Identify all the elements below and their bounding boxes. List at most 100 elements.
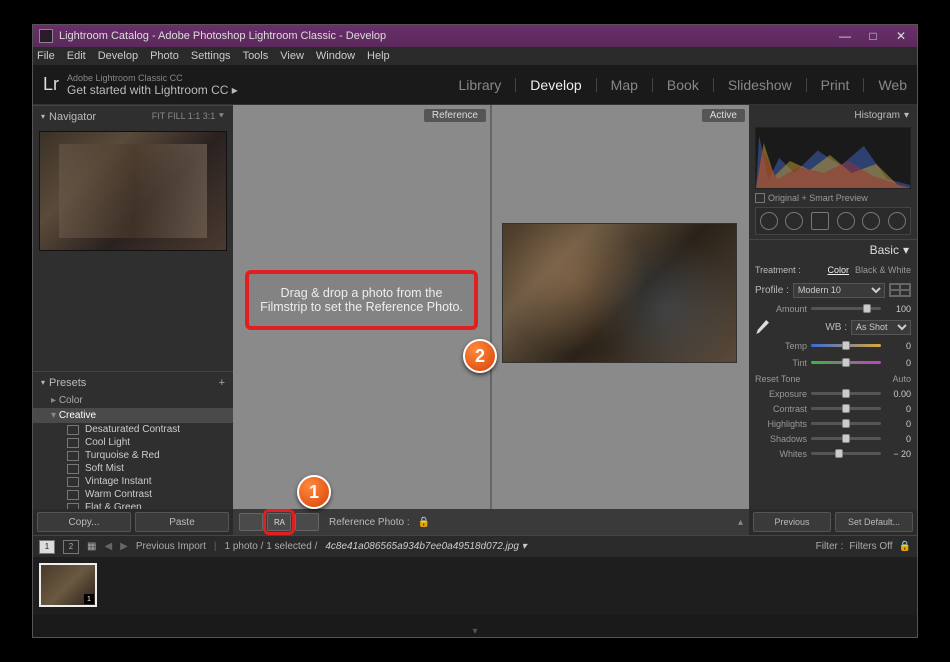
preset-item[interactable]: Warm Contrast (33, 488, 233, 501)
previous-button[interactable]: Previous (753, 512, 831, 532)
photo-count: 1 photo / 1 selected / (225, 541, 318, 552)
titlebar: Lightroom Catalog - Adobe Photoshop Ligh… (33, 25, 917, 47)
reference-drop-hint: Drag & drop a photo from the Filmstrip t… (245, 270, 478, 330)
grid-toggle-icon[interactable]: ▦ (87, 541, 96, 552)
reference-photo-label: Reference Photo : (329, 517, 410, 528)
profile-browser-icon[interactable] (889, 283, 911, 297)
menu-file[interactable]: File (37, 50, 55, 62)
filmstrip: 1 (33, 557, 917, 615)
exposure-slider[interactable] (811, 392, 881, 395)
set-default-button[interactable]: Set Default... (835, 512, 913, 532)
filmstrip-thumb[interactable]: 1 (39, 563, 97, 607)
active-photo (502, 223, 737, 363)
minimize-button[interactable]: — (835, 29, 855, 43)
filter-lock-icon[interactable]: 🔒 (899, 541, 911, 552)
tint-slider[interactable] (811, 361, 881, 364)
crop-tool-icon[interactable] (760, 212, 778, 230)
module-slideshow[interactable]: Slideshow (728, 77, 792, 93)
preset-item[interactable]: Soft Mist (33, 462, 233, 475)
presets-list: ColorCreativeDesaturated ContrastCool Li… (33, 393, 233, 509)
preset-group[interactable]: Color (33, 393, 233, 408)
preset-group-open[interactable]: Creative (33, 408, 233, 423)
preset-item[interactable]: Turquoise & Red (33, 449, 233, 462)
copy-button[interactable]: Copy... (37, 512, 131, 532)
annotation-callout-2: 2 (463, 339, 497, 373)
treatment-bw[interactable]: Black & White (855, 265, 911, 275)
preset-item[interactable]: Vintage Instant (33, 475, 233, 488)
collapse-filmstrip-icon[interactable]: ▾ (472, 626, 477, 637)
paste-button[interactable]: Paste (135, 512, 229, 532)
filter-dropdown[interactable]: Filters Off (849, 541, 892, 552)
menu-edit[interactable]: Edit (67, 50, 86, 62)
menubar: File Edit Develop Photo Settings Tools View Win… (33, 47, 917, 65)
annotation-callout-1: 1 (297, 475, 331, 509)
radial-tool-icon[interactable] (862, 212, 880, 230)
reference-pane[interactable]: Reference Drag & drop a photo from the F… (233, 105, 490, 509)
amount-slider[interactable] (811, 307, 881, 310)
highlights-slider[interactable] (811, 422, 881, 425)
before-after-button[interactable] (295, 513, 319, 531)
reference-label: Reference (424, 109, 486, 122)
current-filename[interactable]: 4c8e41a086565a934b7ee0a49518d072.jpg ▾ (325, 541, 526, 552)
brand-line: Adobe Lightroom Classic CC (67, 73, 238, 83)
grid-view-icon[interactable]: 1 (39, 540, 55, 554)
spot-tool-icon[interactable] (785, 212, 803, 230)
right-panel: Histogram▾ Original + Smart Preview Bas (749, 105, 917, 535)
maximize-button[interactable]: □ (863, 29, 883, 43)
menu-develop[interactable]: Develop (98, 50, 138, 62)
module-library[interactable]: Library (459, 77, 502, 93)
add-preset-icon[interactable]: + (219, 377, 225, 389)
preset-item[interactable]: Desaturated Contrast (33, 423, 233, 436)
basic-panel-head[interactable]: Basic▾ (749, 239, 917, 259)
source-label[interactable]: Previous Import (136, 541, 206, 552)
navigator-modes[interactable]: FIT FILL 1:1 3:1 ⯆ (152, 111, 225, 122)
module-web[interactable]: Web (878, 77, 907, 93)
module-print[interactable]: Print (821, 77, 850, 93)
wb-select[interactable]: As Shot (851, 320, 911, 335)
toolbar-menu-icon[interactable]: ▴ (738, 517, 743, 528)
lock-icon[interactable]: 🔒 (418, 517, 430, 528)
wb-dropper-icon[interactable] (755, 320, 769, 334)
preset-item[interactable]: Flat & Green (33, 501, 233, 509)
brush-tool-icon[interactable] (888, 212, 906, 230)
app-icon (39, 29, 53, 43)
close-button[interactable]: ✕ (891, 29, 911, 43)
lr-logo: Lr (43, 74, 59, 95)
get-started-link[interactable]: Get started with Lightroom CC ▸ (67, 83, 238, 97)
preset-item[interactable]: Cool Light (33, 436, 233, 449)
nav-forward-icon[interactable]: ▶ (120, 541, 128, 552)
module-book[interactable]: Book (667, 77, 699, 93)
menu-photo[interactable]: Photo (150, 50, 179, 62)
menu-tools[interactable]: Tools (243, 50, 269, 62)
histogram[interactable] (755, 127, 911, 189)
module-develop[interactable]: Develop (530, 77, 581, 93)
navigator-thumbnail[interactable] (39, 131, 227, 251)
menu-settings[interactable]: Settings (191, 50, 231, 62)
profile-select[interactable]: Modern 10 (793, 283, 885, 298)
whites-slider[interactable] (811, 452, 881, 455)
nav-back-icon[interactable]: ◀ (104, 541, 112, 552)
histogram-head[interactable]: Histogram▾ (749, 105, 917, 125)
smart-preview-badge: Original + Smart Preview (755, 193, 911, 203)
center-compare: Reference Drag & drop a photo from the F… (233, 105, 749, 535)
shadows-slider[interactable] (811, 437, 881, 440)
loupe-view-button[interactable] (239, 513, 263, 531)
auto-tone-button[interactable]: Auto (892, 374, 911, 384)
statusbar: 1 2 ▦ ◀ ▶ Previous Import | 1 photo / 1 … (33, 535, 917, 557)
contrast-slider[interactable] (811, 407, 881, 410)
navigator-head[interactable]: ▾ Navigator FIT FILL 1:1 3:1 ⯆ (33, 105, 233, 127)
menu-view[interactable]: View (280, 50, 304, 62)
menu-help[interactable]: Help (367, 50, 390, 62)
module-map[interactable]: Map (611, 77, 638, 93)
temp-slider[interactable] (811, 344, 881, 347)
reset-tone-button[interactable]: Reset Tone (755, 374, 800, 384)
active-pane[interactable]: Active (490, 105, 749, 509)
tool-strip (755, 207, 911, 235)
gradient-tool-icon[interactable] (837, 212, 855, 230)
presets-head[interactable]: ▾ Presets + (33, 371, 233, 393)
treatment-color[interactable]: Color (827, 265, 849, 275)
secondary-display-icon[interactable]: 2 (63, 540, 79, 554)
menu-window[interactable]: Window (316, 50, 355, 62)
redeye-tool-icon[interactable] (811, 212, 829, 230)
reference-view-button[interactable]: R A (267, 513, 291, 531)
